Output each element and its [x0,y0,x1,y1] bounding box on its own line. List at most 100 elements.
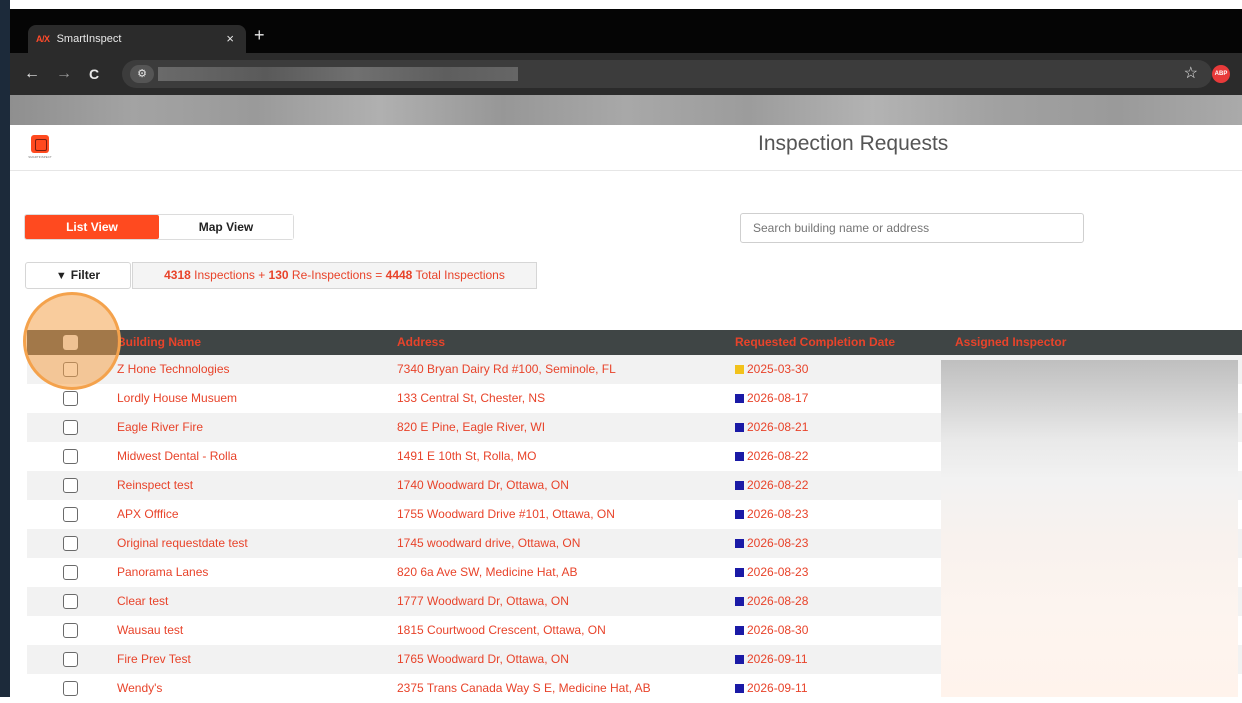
status-swatch-icon [735,684,744,693]
inspector-column-redacted [941,360,1238,697]
browser-tab[interactable]: A/X SmartInspect × [28,25,246,53]
date-cell: 2026-08-28 [735,587,808,616]
row-checkbox[interactable] [63,449,78,464]
building-name-link[interactable]: Clear test [117,587,168,616]
date-value: 2026-08-23 [747,507,809,521]
building-name-link[interactable]: Midwest Dental - Rolla [117,442,237,471]
date-value: 2026-08-22 [747,449,809,463]
adblock-extension-icon[interactable]: ABP [1212,65,1230,83]
tab-title: SmartInspect [56,33,122,45]
address-cell: 1745 woodward drive, Ottawa, ON [397,536,581,550]
column-address[interactable]: Address [397,330,445,355]
new-tab-icon[interactable]: + [254,23,265,47]
row-checkbox[interactable] [63,420,78,435]
building-name-link[interactable]: APX Offfice [117,500,179,529]
row-checkbox[interactable] [63,478,78,493]
building-name-link[interactable]: Wendy's [117,674,162,703]
table-header: Building Name Address Requested Completi… [27,330,1242,355]
column-requested-date[interactable]: Requested Completion Date [735,330,895,355]
status-swatch-icon [735,626,744,635]
reload-icon[interactable]: C [89,64,99,84]
column-assigned-inspector[interactable]: Assigned Inspector [955,330,1066,355]
reinspections-count: 130 [268,268,289,282]
address-cell: 7340 Bryan Dairy Rd #100, Seminole, FL [397,362,616,376]
list-view-button[interactable]: List View [25,215,159,239]
total-count: 4448 [385,268,413,282]
status-swatch-icon [735,655,744,664]
address-cell: 1740 Woodward Dr, Ottawa, ON [397,478,569,492]
date-cell: 2026-09-11 [735,674,808,703]
row-checkbox[interactable] [63,391,78,406]
row-checkbox[interactable] [63,536,78,551]
browser-toolbar: ← → C ⚙ ☆ ABP [10,53,1242,95]
app-content: SMARTINSPECT Inspection Requests List Vi… [10,125,1242,697]
desktop-edge [0,0,10,697]
building-name-link[interactable]: Original requestdate test [117,529,248,558]
row-checkbox[interactable] [63,594,78,609]
building-name-link[interactable]: Reinspect test [117,471,193,500]
status-swatch-icon [735,423,744,432]
date-cell: 2026-08-17 [735,384,808,413]
status-swatch-icon [735,539,744,548]
date-cell: 2026-08-23 [735,500,808,529]
date-value: 2026-08-21 [747,420,809,434]
address-cell: 1491 E 10th St, Rolla, MO [397,449,537,463]
status-swatch-icon [735,481,744,490]
building-name-link[interactable]: Eagle River Fire [117,413,203,442]
date-value: 2026-08-28 [747,594,809,608]
address-cell: 1765 Woodward Dr, Ottawa, ON [397,652,569,666]
site-settings-icon[interactable]: ⚙ [130,65,154,83]
building-name-link[interactable]: Z Hone Technologies [117,355,230,384]
close-tab-icon[interactable]: × [226,25,234,53]
address-cell: 1755 Woodward Drive #101, Ottawa, ON [397,507,615,521]
address-cell: 820 E Pine, Eagle River, WI [397,420,546,434]
screen: A/X SmartInspect × + ← → C ⚙ ☆ ABP SMART… [0,0,1242,697]
row-checkbox[interactable] [63,565,78,580]
row-checkbox[interactable] [63,623,78,638]
date-cell: 2026-08-21 [735,413,808,442]
filter-button[interactable]: ▼ Filter [25,262,131,289]
row-checkbox[interactable] [63,652,78,667]
building-name-link[interactable]: Lordly House Musuem [117,384,237,413]
status-swatch-icon [735,394,744,403]
address-cell: 2375 Trans Canada Way S E, Medicine Hat,… [397,681,651,695]
status-swatch-icon [735,597,744,606]
building-name-link[interactable]: Fire Prev Test [117,645,191,674]
app-logo[interactable]: SMARTINSPECT [27,135,53,165]
building-name-link[interactable]: Wausau test [117,616,183,645]
date-cell: 2026-08-22 [735,442,808,471]
click-highlight [23,292,121,390]
date-value: 2025-03-30 [747,362,809,376]
column-building-name[interactable]: Building Name [117,330,201,355]
back-icon[interactable]: ← [24,64,40,84]
date-value: 2026-08-17 [747,391,809,405]
search-input[interactable] [740,213,1084,243]
status-swatch-icon [735,365,744,374]
address-cell: 1777 Woodward Dr, Ottawa, ON [397,594,569,608]
filter-label: Filter [70,268,101,282]
row-checkbox[interactable] [63,507,78,522]
forward-icon[interactable]: → [56,64,72,84]
view-toggle: List View Map View [24,214,294,240]
funnel-icon: ▼ [55,270,67,282]
address-cell: 820 6a Ave SW, Medicine Hat, AB [397,565,578,579]
date-value: 2026-09-11 [747,681,808,695]
date-value: 2026-08-22 [747,478,809,492]
address-bar[interactable]: ⚙ ☆ [122,60,1212,88]
logo-tagline: SMARTINSPECT [28,155,52,159]
status-swatch-icon [735,452,744,461]
date-cell: 2026-08-23 [735,558,808,587]
address-cell: 1815 Courtwood Crescent, Ottawa, ON [397,623,606,637]
bookmark-star-icon[interactable]: ☆ [1184,63,1198,83]
browser-tab-bar: A/X SmartInspect × + [10,9,1242,53]
row-checkbox[interactable] [63,681,78,696]
date-cell: 2026-08-22 [735,471,808,500]
address-cell: 133 Central St, Chester, NS [397,391,546,405]
date-value: 2026-09-11 [747,652,808,666]
date-value: 2026-08-23 [747,536,809,550]
building-name-link[interactable]: Panorama Lanes [117,558,208,587]
status-swatch-icon [735,510,744,519]
date-cell: 2026-08-23 [735,529,808,558]
app-header: SMARTINSPECT Inspection Requests [10,125,1242,171]
map-view-button[interactable]: Map View [159,215,293,239]
